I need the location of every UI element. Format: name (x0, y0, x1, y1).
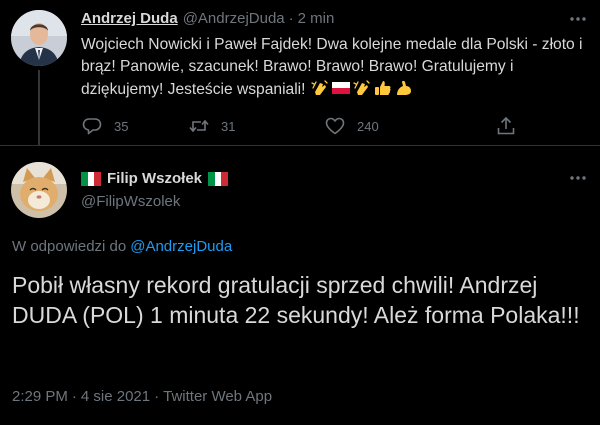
replying-to-line: W odpowiedzi do @AndrzejDuda (12, 238, 232, 255)
reply-count: 35 (114, 118, 129, 134)
author-handle[interactable]: @AndrzejDuda (183, 10, 285, 27)
author-handle[interactable]: @FilipWszolek (81, 193, 180, 210)
like-count: 240 (357, 118, 379, 134)
reply-author-name-row[interactable]: Filip Wszołek (81, 170, 229, 187)
author-name[interactable]: Filip Wszołek (107, 170, 202, 187)
more-options-button[interactable] (567, 12, 589, 26)
separator-dot: · (288, 10, 294, 27)
tweet-time[interactable]: 2:29 PM (12, 388, 68, 405)
retweet-button[interactable]: 31 (188, 115, 235, 137)
poland-flag-icon (331, 78, 351, 98)
avatar[interactable] (11, 162, 67, 218)
clapping-hands-icon (310, 78, 330, 98)
replying-to-handle-link[interactable]: @AndrzejDuda (130, 238, 232, 255)
heart-icon (324, 115, 346, 137)
retweet-count: 31 (221, 118, 236, 134)
retweet-icon (188, 115, 210, 137)
separator-dot: · (154, 388, 160, 405)
clapping-hands-icon (352, 78, 372, 98)
tweet-divider (0, 145, 600, 146)
like-button[interactable]: 240 (324, 115, 379, 137)
parent-tweet[interactable]: Andrzej Duda @AndrzejDuda · 2 min Wojciech … (0, 0, 600, 145)
flexed-biceps-icon (394, 78, 414, 98)
tweet-source-link[interactable]: Twitter Web App (163, 388, 272, 405)
share-icon (495, 115, 517, 137)
reply-button[interactable]: 35 (81, 115, 128, 137)
replying-to-label: W odpowiedzi do (12, 238, 127, 255)
tweet-time[interactable]: 2 min (298, 10, 335, 27)
separator-dot: · (71, 388, 77, 405)
tweet-text: Pobił własny rekord gratulacji sprzed ch… (12, 272, 580, 328)
tweet-date[interactable]: 4 sie 2021 (81, 388, 150, 405)
italy-flag-icon (208, 171, 229, 186)
share-button[interactable] (495, 115, 517, 137)
tweet-header: Andrzej Duda @AndrzejDuda · 2 min (81, 10, 334, 27)
thumbs-up-icon (373, 78, 393, 98)
more-dots-icon (570, 17, 586, 21)
author-name[interactable]: Andrzej Duda (81, 10, 178, 27)
avatar[interactable] (11, 10, 67, 66)
reply-icon (81, 115, 103, 137)
tweet-text: Wojciech Nowicki i Paweł Fajdek! Dwa kol… (81, 34, 586, 101)
more-dots-icon (570, 176, 586, 180)
tweet-metadata: 2:29 PM · 4 sie 2021 · Twitter Web App (12, 388, 272, 405)
tweet-actions: 35 31 240 (81, 115, 521, 137)
more-options-button[interactable] (567, 171, 589, 185)
thread-connector-line (38, 70, 40, 145)
italy-flag-icon (81, 171, 101, 186)
